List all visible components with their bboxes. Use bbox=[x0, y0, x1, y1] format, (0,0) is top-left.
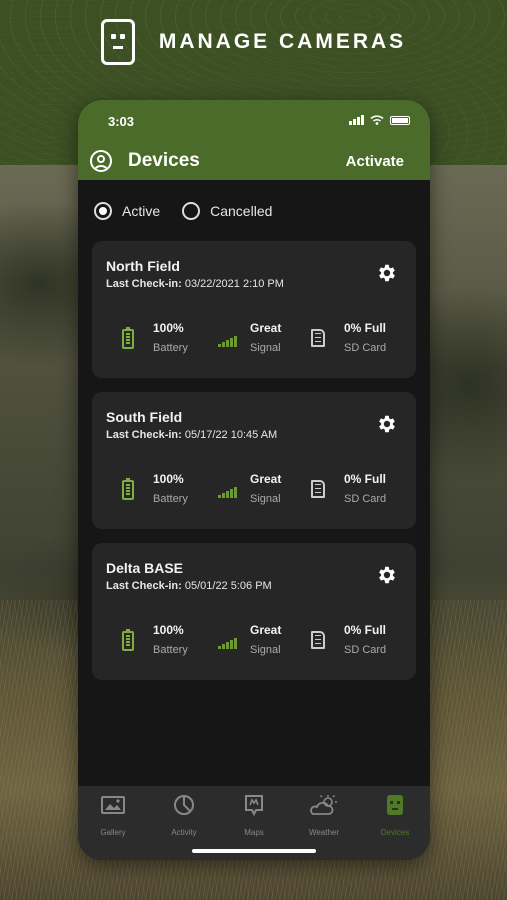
tab-devices[interactable]: Devices bbox=[365, 794, 425, 840]
camera-face-icon bbox=[100, 19, 135, 65]
battery-icon bbox=[122, 327, 134, 349]
signal-stat: Great Signal bbox=[250, 623, 282, 656]
battery-stat: 100% Battery bbox=[153, 321, 188, 354]
battery-status-icon bbox=[390, 116, 410, 125]
radio-unselected-icon[interactable] bbox=[182, 202, 201, 220]
gallery-icon bbox=[101, 796, 125, 814]
devices-icon bbox=[387, 795, 403, 815]
signal-stat: Great Signal bbox=[250, 321, 282, 354]
battery-icon bbox=[122, 629, 134, 651]
sd-card-icon bbox=[311, 631, 325, 649]
battery-stat: 100% Battery bbox=[153, 623, 188, 656]
home-indicator bbox=[192, 849, 316, 853]
filter-cancelled[interactable]: Cancelled bbox=[182, 202, 272, 220]
battery-stat: 100% Battery bbox=[153, 472, 188, 505]
wifi-icon bbox=[370, 115, 384, 125]
filter-active[interactable]: Active bbox=[94, 202, 160, 220]
battery-icon bbox=[122, 478, 134, 500]
filter-label: Active bbox=[122, 203, 161, 219]
cellular-icon bbox=[349, 115, 364, 125]
device-card[interactable]: South Field Last Check-in: 05/17/22 10:4… bbox=[92, 392, 416, 529]
tab-maps[interactable]: Maps bbox=[224, 794, 284, 840]
activate-button[interactable]: Activate bbox=[346, 153, 404, 170]
activity-icon bbox=[174, 795, 194, 815]
gear-icon[interactable] bbox=[376, 262, 398, 284]
device-name: Delta BASE bbox=[106, 560, 184, 576]
sd-card-icon bbox=[311, 480, 325, 498]
profile-icon[interactable] bbox=[90, 150, 112, 172]
radio-selected-icon[interactable] bbox=[94, 202, 112, 220]
device-name: South Field bbox=[106, 409, 183, 425]
device-card[interactable]: Delta BASE Last Check-in: 05/01/22 5:06 … bbox=[92, 543, 416, 680]
tab-gallery[interactable]: Gallery bbox=[83, 794, 143, 840]
last-checkin: Last Check-in: 05/17/22 10:45 AM bbox=[106, 429, 278, 441]
page-title: MANAGE CAMERAS bbox=[158, 30, 407, 53]
signal-icon bbox=[218, 635, 237, 649]
tab-activity[interactable]: Activity bbox=[154, 794, 214, 840]
last-checkin: Last Check-in: 03/22/2021 2:10 PM bbox=[106, 278, 284, 290]
status-bar: 3:03 bbox=[78, 100, 430, 142]
tab-weather[interactable]: Weather bbox=[294, 794, 354, 840]
gear-icon[interactable] bbox=[376, 413, 398, 435]
sd-card-stat: 0% Full SD Card bbox=[344, 623, 387, 656]
sd-card-stat: 0% Full SD Card bbox=[344, 321, 387, 354]
weather-icon bbox=[310, 795, 337, 815]
filter-label: Cancelled bbox=[210, 203, 273, 219]
gear-icon[interactable] bbox=[376, 564, 398, 586]
phone-screen: 3:03 Devices Activate Active Cancelled N… bbox=[78, 100, 430, 860]
app-bar-title: Devices bbox=[128, 150, 200, 171]
device-name: North Field bbox=[106, 258, 180, 274]
app-bar: Devices Activate bbox=[78, 142, 430, 180]
sd-card-stat: 0% Full SD Card bbox=[344, 472, 387, 505]
signal-icon bbox=[218, 333, 237, 347]
last-checkin: Last Check-in: 05/01/22 5:06 PM bbox=[106, 580, 272, 592]
page-header: MANAGE CAMERAS bbox=[0, 14, 507, 70]
device-card[interactable]: North Field Last Check-in: 03/22/2021 2:… bbox=[92, 241, 416, 378]
status-time: 3:03 bbox=[108, 114, 135, 129]
signal-icon bbox=[218, 484, 237, 498]
maps-icon bbox=[245, 795, 263, 816]
signal-stat: Great Signal bbox=[250, 472, 282, 505]
sd-card-icon bbox=[311, 329, 325, 347]
bottom-tab-bar: Gallery Activity Maps Weather Devices bbox=[78, 786, 430, 860]
status-filter: Active Cancelled bbox=[94, 202, 294, 220]
